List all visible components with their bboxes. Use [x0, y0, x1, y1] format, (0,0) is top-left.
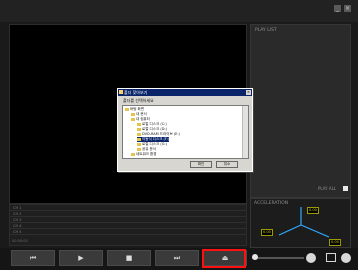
tree-item[interactable]: 네트워크 환경 — [131, 152, 156, 157]
timeline-panel[interactable]: CH 1 CH 2 CH 3 CH 4 CH 5 00:00:00 — [9, 204, 247, 246]
tree-item-label: 로컬 디스크 (D:) — [142, 127, 167, 131]
skip-back-icon: ⏮ — [29, 254, 37, 262]
timeline-time-label: 00:00:00 — [12, 239, 28, 243]
previous-button[interactable]: ⏮ — [11, 250, 55, 266]
play-list-panel: PLAY LIST — [250, 24, 351, 198]
tree-item-label: 로컬 디스크 (C:) — [142, 122, 167, 126]
drive-icon — [137, 122, 141, 126]
dialog-title-text: 폴더 찾아보기 — [124, 90, 148, 95]
control-bar: ⏮ ▶ ■ ⏭ ⏏ — [0, 248, 358, 270]
close-icon[interactable]: × — [344, 5, 351, 12]
axis-line-y — [300, 224, 330, 238]
cancel-button[interactable]: 취소 — [216, 161, 238, 168]
skip-forward-icon: ⏭ — [173, 254, 181, 262]
drive-icon — [137, 137, 141, 141]
tree-item-label: 내 문서 — [136, 112, 147, 116]
axis-line-x — [278, 224, 302, 236]
settings-icon[interactable] — [341, 253, 351, 263]
accel-readout-z: 0.00 — [307, 207, 319, 214]
play-all-label: PLAY ALL — [318, 186, 337, 191]
title-bar: _ × — [0, 0, 358, 22]
next-button[interactable]: ⏭ — [155, 250, 199, 266]
folder-icon — [125, 107, 129, 111]
stop-icon: ■ — [125, 254, 133, 262]
browse-folder-dialog: 폴더 찾아보기 × 폴더를 선택하세요 바탕 화면 내 문서 내 컴퓨터 로컬 … — [117, 88, 253, 172]
stop-button[interactable]: ■ — [107, 250, 151, 266]
folder-tree[interactable]: 바탕 화면 내 문서 내 컴퓨터 로컬 디스크 (C:) 로컬 디스크 (D:)… — [122, 105, 249, 159]
tree-item-label: DVD-RAM 드라이브 (E:) — [142, 132, 180, 136]
folder-icon — [131, 112, 135, 116]
accel-readout-y: 0.00 — [329, 239, 341, 246]
play-button[interactable]: ▶ — [59, 250, 103, 266]
highlight-box — [202, 249, 246, 268]
drive-icon — [137, 127, 141, 131]
timeline-track: CH 5 — [10, 229, 246, 235]
folder-icon — [131, 152, 135, 156]
accel-readout-x: 0.00 — [261, 229, 273, 236]
computer-icon — [131, 117, 135, 121]
play-icon: ▶ — [78, 254, 84, 262]
tree-item-label: 로컬 디스크 (G:) — [142, 142, 167, 146]
folder-icon — [137, 147, 141, 151]
ok-button[interactable]: 확인 — [190, 161, 212, 168]
play-all-checkbox[interactable] — [343, 186, 348, 191]
tree-item-label: 바탕 화면 — [130, 107, 144, 111]
capture-icon[interactable] — [326, 253, 336, 262]
volume-slider-knob[interactable] — [252, 254, 258, 260]
volume-slider[interactable] — [252, 257, 304, 259]
drive-icon — [137, 142, 141, 146]
acceleration-panel: ACCELERATION 0.00 0.00 0.00 — [250, 198, 351, 248]
minimize-icon[interactable]: _ — [334, 5, 341, 12]
tree-item-label: 이동식 디스크 (F:) — [142, 137, 170, 141]
tree-item-label: 네트워크 환경 — [136, 152, 157, 156]
tree-item-label: 내 컴퓨터 — [136, 117, 150, 121]
tree-scrollbar[interactable] — [242, 106, 248, 158]
play-list-title: PLAY LIST — [255, 28, 277, 33]
player-window: _ × PLAY LIST PLAY ALL ACCELERATION 0.00… — [0, 0, 358, 270]
dialog-close-icon[interactable]: × — [246, 90, 251, 95]
tree-item-label: 공유 문서 — [142, 147, 156, 151]
dialog-title: 폴더 찾아보기 × — [118, 89, 252, 96]
folder-icon — [119, 90, 123, 94]
drive-icon — [137, 132, 141, 136]
dialog-message: 폴더를 선택하세요 — [123, 98, 154, 103]
volume-icon[interactable] — [306, 253, 316, 263]
